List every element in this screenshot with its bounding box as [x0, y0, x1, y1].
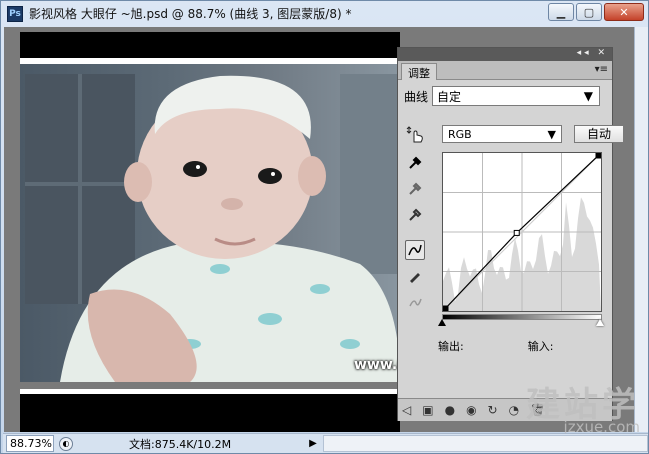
horizontal-scrollbar[interactable]	[323, 435, 648, 452]
title-bar: Ps 影视风格 大眼仔 ~旭.psd @ 88.7% (曲线 3, 图层蒙版/8…	[1, 1, 648, 27]
photoshop-app-icon[interactable]: Ps	[7, 6, 23, 22]
panel-header[interactable]: ◂◂ ✕	[398, 48, 612, 61]
preset-row: 曲线 自定 ▼	[404, 86, 600, 106]
tab-adjustments[interactable]: 调整	[401, 63, 437, 80]
chevron-down-icon: ▼	[547, 127, 556, 141]
black-input-slider[interactable]	[438, 319, 446, 326]
back-icon[interactable]: ◁	[402, 403, 411, 417]
curve-control-point[interactable]	[442, 305, 449, 312]
status-bar: 88.73% ◐ 文档:875.4K/10.2M ▶	[3, 433, 648, 453]
white-point-eyedropper-icon[interactable]	[405, 204, 425, 224]
status-menu-arrow-icon[interactable]: ▶	[307, 438, 319, 449]
panel-collapse-close-icons[interactable]: ◂◂ ✕	[577, 48, 608, 58]
gray-point-eyedropper-icon[interactable]	[405, 178, 425, 198]
channel-row: RGB ▼ 自动	[404, 124, 624, 144]
panel-footer: ◁ ▣ ● ◉ ↻ ◔ 🗑	[398, 398, 612, 421]
restore-button[interactable]: ▢	[576, 3, 602, 21]
curve-control-point[interactable]	[513, 229, 520, 236]
document-info: 文档:875.4K/10.2M	[129, 437, 232, 451]
channel-dropdown[interactable]: RGB ▼	[442, 125, 562, 143]
zoom-level-field[interactable]: 88.73%	[6, 435, 54, 452]
input-label: 输入:	[527, 340, 554, 353]
curve-tools	[405, 152, 427, 318]
minimize-button[interactable]: ▁	[548, 3, 574, 21]
curves-label: 曲线	[404, 89, 429, 104]
panel-menu-icon[interactable]: ▾≡	[595, 64, 608, 75]
white-input-slider[interactable]	[596, 319, 604, 326]
visibility-eye-icon[interactable]: ◉	[466, 403, 476, 417]
io-readout: 输出: 输入:	[438, 338, 553, 354]
curve-point-tool-icon[interactable]	[405, 240, 425, 260]
letterbox-top	[20, 32, 400, 58]
window-controls: ▁ ▢ ✕	[548, 3, 644, 21]
chevron-down-icon: ▼	[583, 89, 593, 103]
preset-value: 自定	[437, 89, 462, 104]
curve-control-point[interactable]	[595, 152, 602, 159]
close-button[interactable]: ✕	[604, 3, 644, 21]
pencil-draw-icon[interactable]	[405, 266, 425, 286]
clip-layer-icon[interactable]: ●	[445, 403, 455, 417]
output-label: 输出:	[438, 340, 464, 353]
trash-icon[interactable]: 🗑	[530, 403, 545, 417]
reset-icon[interactable]: ↻	[488, 403, 498, 417]
adjustments-panel: ◂◂ ✕ 调整 ▾≡ 曲线 自定 ▼ RGB ▼ 自动 输出: 输入: ◁ ▣ …	[397, 47, 624, 421]
previous-state-icon[interactable]: ◔	[509, 403, 519, 417]
window-title: 影视风格 大眼仔 ~旭.psd @ 88.7% (曲线 3, 图层蒙版/8) *	[29, 7, 352, 21]
curve-plot[interactable]	[442, 152, 602, 312]
black-point-eyedropper-icon[interactable]	[405, 152, 425, 172]
auto-button[interactable]: 自动	[574, 125, 624, 143]
curves-graph[interactable]	[442, 152, 602, 312]
vertical-scrollbar[interactable]	[634, 27, 648, 432]
input-gradient-bar	[442, 314, 602, 320]
panel-tab-row: 调整 ▾≡	[398, 61, 612, 80]
preset-dropdown[interactable]: 自定 ▼	[432, 86, 600, 106]
channel-value: RGB	[448, 127, 472, 141]
baby-photo[interactable]	[20, 64, 400, 382]
letterbox-bottom	[20, 394, 400, 432]
app-window: Ps 影视风格 大眼仔 ~旭.psd @ 88.7% (曲线 3, 图层蒙版/8…	[0, 0, 649, 454]
status-info-icon[interactable]: ◐	[59, 436, 73, 451]
baby-photo-illustration	[25, 74, 400, 382]
expand-view-icon[interactable]: ▣	[422, 403, 433, 417]
on-image-adjust-icon[interactable]	[404, 124, 426, 144]
smooth-curve-icon[interactable]	[405, 292, 425, 312]
